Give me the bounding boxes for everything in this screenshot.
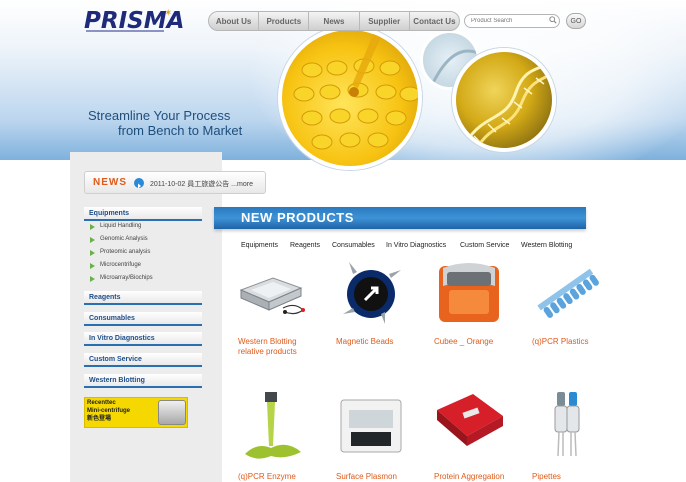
sidebar-equipments[interactable]: Equipments — [84, 207, 202, 221]
nav-news[interactable]: News — [309, 12, 360, 30]
promo-line-3: 新色登場 — [87, 416, 112, 422]
main-nav: About Us Products News Supplier Contact … — [208, 11, 460, 31]
spr-instrument-icon[interactable] — [335, 390, 407, 462]
news-item-link[interactable]: 2011-10-02 員工旅遊公告 ...more — [150, 179, 253, 189]
tab-consumables[interactable]: Consumables — [332, 242, 375, 249]
news-label: NEWS — [93, 177, 127, 188]
tab-reagents[interactable]: Reagents — [290, 242, 320, 249]
sidebar-in-vitro-diagnostics[interactable]: In Vitro Diagnostics — [84, 332, 202, 346]
nav-supplier[interactable]: Supplier — [360, 12, 410, 30]
hero-image-dna — [452, 48, 556, 152]
sidebar-item-microcentrifuge[interactable]: Microcentrifuge — [90, 262, 141, 269]
pcr-enzyme-icon[interactable] — [237, 390, 309, 462]
nav-products[interactable]: Products — [259, 12, 310, 30]
pipettes-icon[interactable] — [531, 390, 603, 462]
search-icon[interactable] — [549, 16, 557, 24]
product-label-cubee-orange[interactable]: Cubee _ Orange — [434, 337, 493, 347]
product-label-western-blotting[interactable]: Western Blotting relative products — [238, 337, 297, 357]
promo-line-1: Recenttec — [87, 400, 116, 406]
news-arrow-icon[interactable] — [134, 178, 144, 189]
hero-image-pipette — [278, 26, 422, 170]
tab-in-vitro-diagnostics[interactable]: In Vitro Diagnostics — [386, 242, 446, 249]
tab-equipments[interactable]: Equipments — [241, 242, 278, 249]
nav-about-us[interactable]: About Us — [209, 12, 260, 30]
cubee-device-icon[interactable] — [433, 256, 505, 328]
nav-contact-us[interactable]: Contact Us — [410, 12, 459, 30]
new-products-title: NEW PRODUCTS — [241, 210, 354, 225]
product-label-protein-aggregation[interactable]: Protein Aggregation — [434, 472, 504, 482]
promo-line-2: Mini-centrifuge — [87, 408, 130, 414]
centrifuge-icon — [158, 400, 186, 425]
tagline-line-1: Streamline Your Process — [88, 108, 231, 123]
product-label-pipettes[interactable]: Pipettes — [532, 472, 561, 482]
sidebar-custom-service[interactable]: Custom Service — [84, 353, 202, 367]
sidebar-consumables[interactable]: Consumables — [84, 312, 202, 326]
sidebar-western-blotting[interactable]: Western Blotting — [84, 374, 202, 388]
sidebar-item-genomic-analysis[interactable]: Genomic Analysis — [90, 236, 148, 243]
go-button[interactable]: GO — [566, 13, 586, 29]
logo-underline — [86, 30, 164, 32]
magnetic-beads-icon[interactable] — [335, 256, 407, 328]
sidebar-item-microarray[interactable]: Microarray/Biochips — [90, 275, 153, 282]
product-label-pcr-plastics[interactable]: (q)PCR Plastics — [532, 337, 588, 347]
sidebar-item-liquid-handling[interactable]: Liquid Handling — [90, 223, 141, 230]
product-label-surface-plasmon[interactable]: Surface Plasmon — [336, 472, 397, 482]
hero-tagline: Streamline Your Process from Bench to Ma… — [88, 108, 242, 138]
product-label-pcr-enzyme[interactable]: (q)PCR Enzyme — [238, 472, 296, 482]
product-label-magnetic-beads[interactable]: Magnetic Beads — [336, 337, 393, 347]
product-line-2: relative products — [238, 347, 297, 356]
tagline-line-2: from Bench to Market — [118, 123, 243, 138]
sidebar-reagents[interactable]: Reagents — [84, 291, 202, 305]
blotting-apparatus-icon[interactable] — [237, 256, 309, 328]
sidebar-item-proteomic-analysis[interactable]: Proteomic analysis — [90, 249, 150, 256]
product-line-1: Western Blotting — [238, 337, 297, 346]
pcr-strip-icon[interactable] — [531, 256, 603, 328]
promo-text: Recenttec Mini-centrifuge 新色登場 — [87, 399, 130, 423]
protein-aggregation-icon[interactable] — [433, 390, 505, 462]
logo-star-icon: ✶ — [164, 8, 173, 19]
tab-western-blotting[interactable]: Western Blotting — [521, 242, 572, 249]
tab-custom-service[interactable]: Custom Service — [460, 242, 509, 249]
search-input[interactable] — [464, 14, 560, 28]
